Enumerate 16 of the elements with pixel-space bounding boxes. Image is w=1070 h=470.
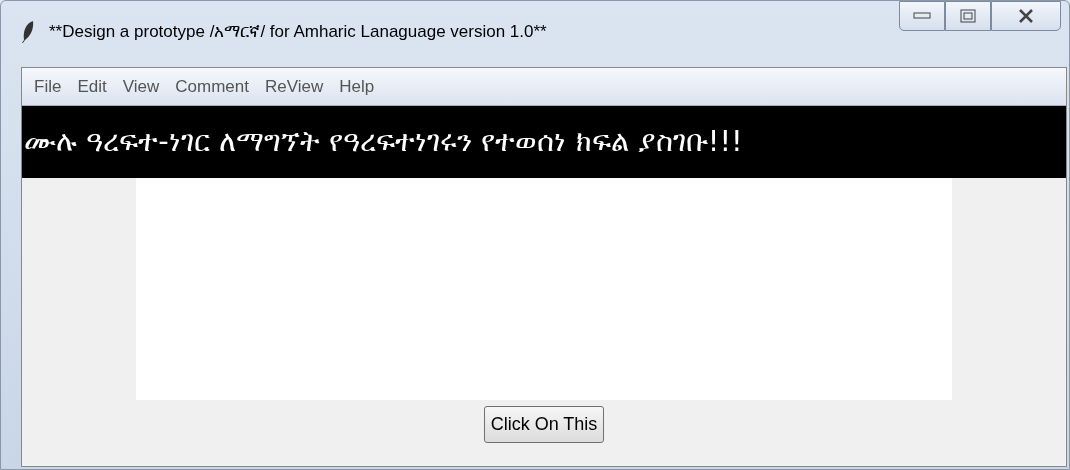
close-button[interactable] xyxy=(991,1,1061,31)
menu-item[interactable]: ReView xyxy=(256,73,332,100)
minimize-icon xyxy=(913,12,931,20)
instruction-banner: ሙሉ ዓረፍተ-ነገር ለማግኘት የዓረፍተነገሩን የተወሰነ ክፍል ያስገቡ!!! xyxy=(22,106,1066,178)
maximize-button[interactable] xyxy=(945,1,991,31)
maximize-icon xyxy=(960,9,976,23)
menu-item[interactable]: Comment xyxy=(167,73,257,100)
menu-item[interactable]: File xyxy=(26,73,70,100)
close-icon xyxy=(1018,9,1034,23)
feather-icon xyxy=(21,20,35,44)
window-title: **Design a prototype /አማርኛ/ for Amharic Lanaguage version 1.0** xyxy=(49,21,547,44)
click-button[interactable]: Click On This xyxy=(483,406,605,443)
menu-item[interactable]: Edit xyxy=(69,73,115,100)
menu-item[interactable]: View xyxy=(114,73,168,100)
menu-item[interactable]: Help xyxy=(331,73,383,100)
minimize-button[interactable] xyxy=(899,1,945,31)
